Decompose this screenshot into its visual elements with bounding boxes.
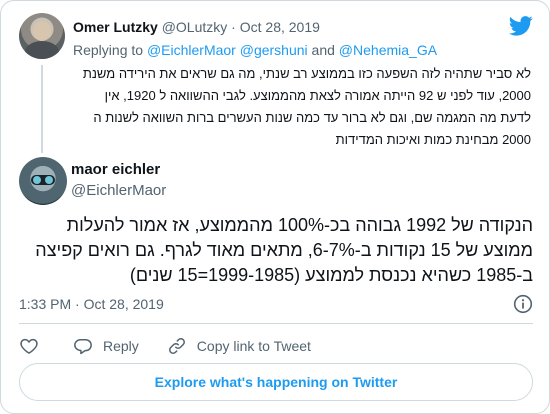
main-tweet-text: הנקודה של 1992 גבוהה בכ-100% מהממוצע, אז…: [35, 215, 533, 285]
parent-tweet[interactable]: Omer Lutzky @OLutzky · Oct 28, 2019 Repl…: [1, 1, 549, 159]
like-button[interactable]: [19, 336, 39, 356]
parent-author-name[interactable]: Omer Lutzky: [73, 19, 158, 35]
main-author-name[interactable]: maor eichler: [71, 160, 160, 179]
thread-connector: [41, 65, 43, 153]
copy-link-label: Copy link to Tweet: [196, 338, 311, 354]
explore-twitter-button[interactable]: Explore what's happening on Twitter: [19, 363, 533, 401]
reply-button[interactable]: Reply: [73, 336, 139, 356]
main-author-handle[interactable]: @EichlerMaor: [71, 181, 166, 200]
mention-joiner: and: [311, 42, 335, 58]
divider: [19, 323, 533, 324]
twitter-bird-icon[interactable]: [509, 16, 533, 36]
speech-bubble-icon: [74, 339, 92, 355]
parent-author-line: Omer Lutzky @OLutzky · Oct 28, 2019: [73, 18, 320, 36]
reply-label: Reply: [103, 338, 139, 354]
tweet-time[interactable]: 1:33 PM: [19, 296, 71, 312]
replying-to-label: Replying to: [73, 42, 144, 58]
link-icon: [168, 338, 185, 354]
parent-date[interactable]: Oct 28, 2019: [240, 19, 320, 35]
embedded-tweet-card: Omer Lutzky @OLutzky · Oct 28, 2019 Repl…: [0, 0, 550, 414]
parent-separator: ·: [231, 19, 236, 35]
mention-link[interactable]: @Nehemia_GA: [339, 42, 437, 58]
main-author-avatar[interactable]: [19, 157, 67, 205]
replying-to-line: Replying to @EichlerMaor @gershuni and @…: [73, 41, 437, 59]
info-icon[interactable]: [513, 294, 533, 314]
tweet-date[interactable]: Oct 28, 2019: [84, 296, 164, 312]
parent-author-handle[interactable]: @OLutzky: [162, 19, 228, 35]
heart-icon: [20, 338, 38, 354]
mention-link[interactable]: @EichlerMaor: [147, 42, 236, 58]
mention-link[interactable]: @gershuni: [240, 42, 308, 58]
parent-author-avatar[interactable]: [19, 13, 65, 59]
parent-tweet-text: לא סביר שתהיה לזה השפעה כזו בממוצע רב שנ…: [82, 66, 531, 147]
copy-link-button[interactable]: Copy link to Tweet: [167, 336, 311, 356]
timestamp-separator: ·: [75, 296, 80, 312]
tweet-actions: Reply Copy link to Tweet: [19, 335, 311, 357]
tweet-timestamp[interactable]: 1:33 PM · Oct 28, 2019: [19, 295, 164, 313]
